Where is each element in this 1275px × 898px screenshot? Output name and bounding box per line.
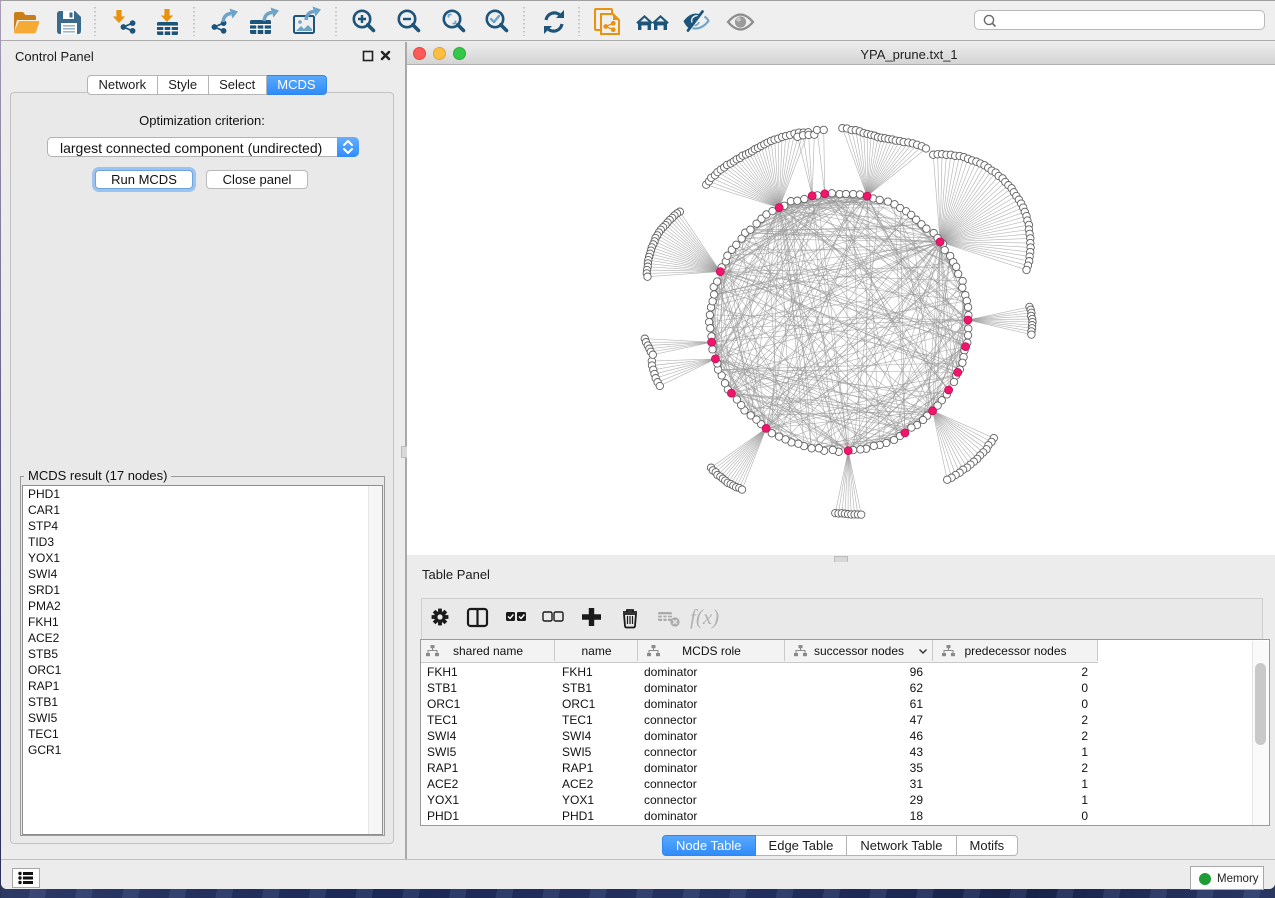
svg-text:f(x): f(x): [690, 605, 719, 629]
